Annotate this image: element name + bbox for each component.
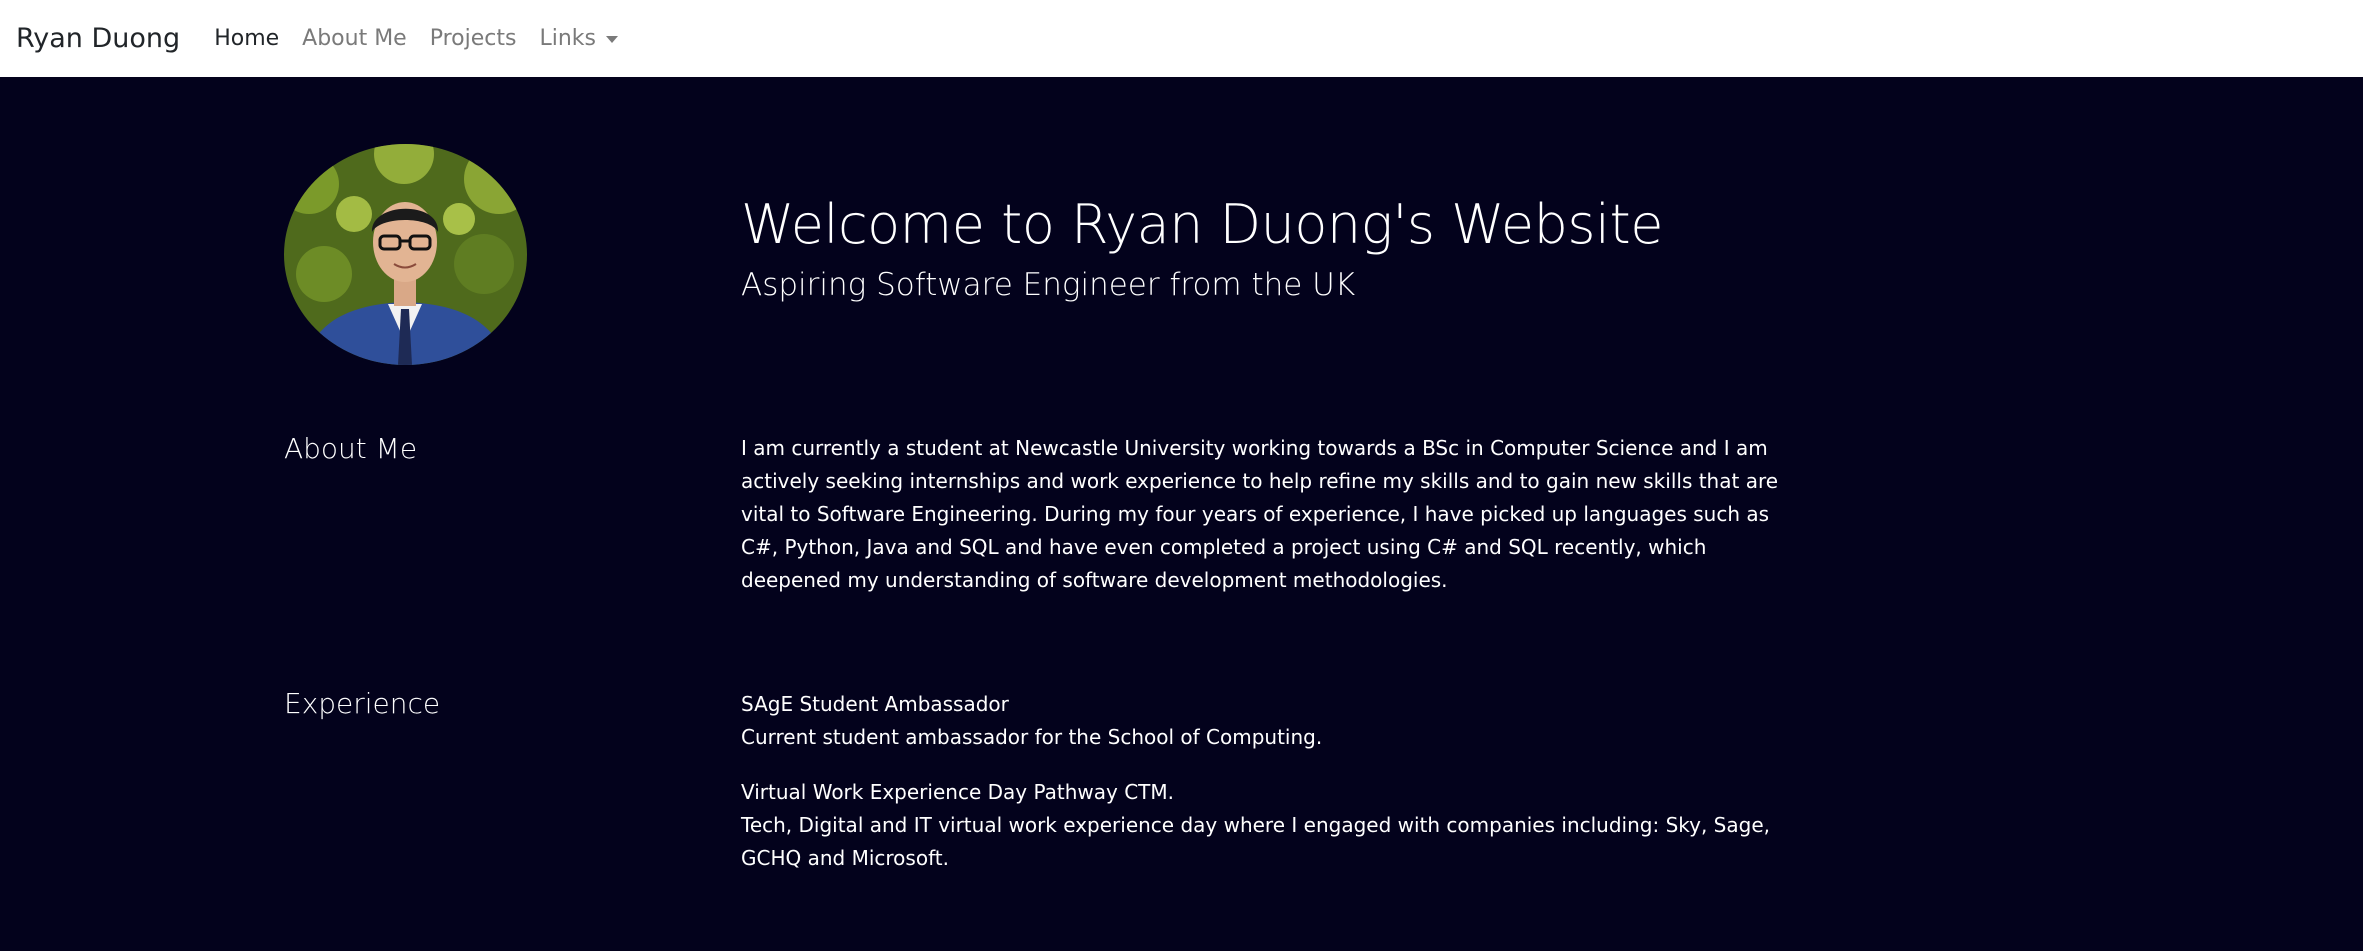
experience-description: Current student ambassador for the Schoo… <box>741 725 1323 749</box>
experience-item: SAgE Student Ambassador Current student … <box>741 688 1781 754</box>
nav-item-links-dropdown[interactable]: Links <box>539 26 618 51</box>
experience-heading: Experience <box>284 687 441 720</box>
page-subtitle: Aspiring Software Engineer from the UK <box>741 267 1356 303</box>
nav-item-home[interactable]: Home <box>214 26 279 51</box>
experience-list: SAgE Student Ambassador Current student … <box>741 688 1781 897</box>
experience-description: Tech, Digital and IT virtual work experi… <box>741 813 1770 870</box>
about-me-heading: About Me <box>284 432 418 465</box>
about-me-text: I am currently a student at Newcastle Un… <box>741 436 1779 592</box>
top-navbar: Ryan Duong Home About Me Projects Links <box>0 0 2363 77</box>
caret-down-icon <box>605 36 618 43</box>
nav-item-projects[interactable]: Projects <box>430 26 517 51</box>
experience-title: Virtual Work Experience Day Pathway CTM. <box>741 780 1174 804</box>
experience-item: Virtual Work Experience Day Pathway CTM.… <box>741 776 1781 875</box>
nav-item-links-label: Links <box>539 26 596 51</box>
experience-title: SAgE Student Ambassador <box>741 692 1009 716</box>
navbar-brand[interactable]: Ryan Duong <box>16 23 180 54</box>
page-title: Welcome to Ryan Duong's Website <box>741 193 1663 256</box>
profile-photo <box>284 144 527 365</box>
main-content: Welcome to Ryan Duong's Website Aspiring… <box>0 77 2363 951</box>
nav-item-about-me[interactable]: About Me <box>302 26 407 51</box>
